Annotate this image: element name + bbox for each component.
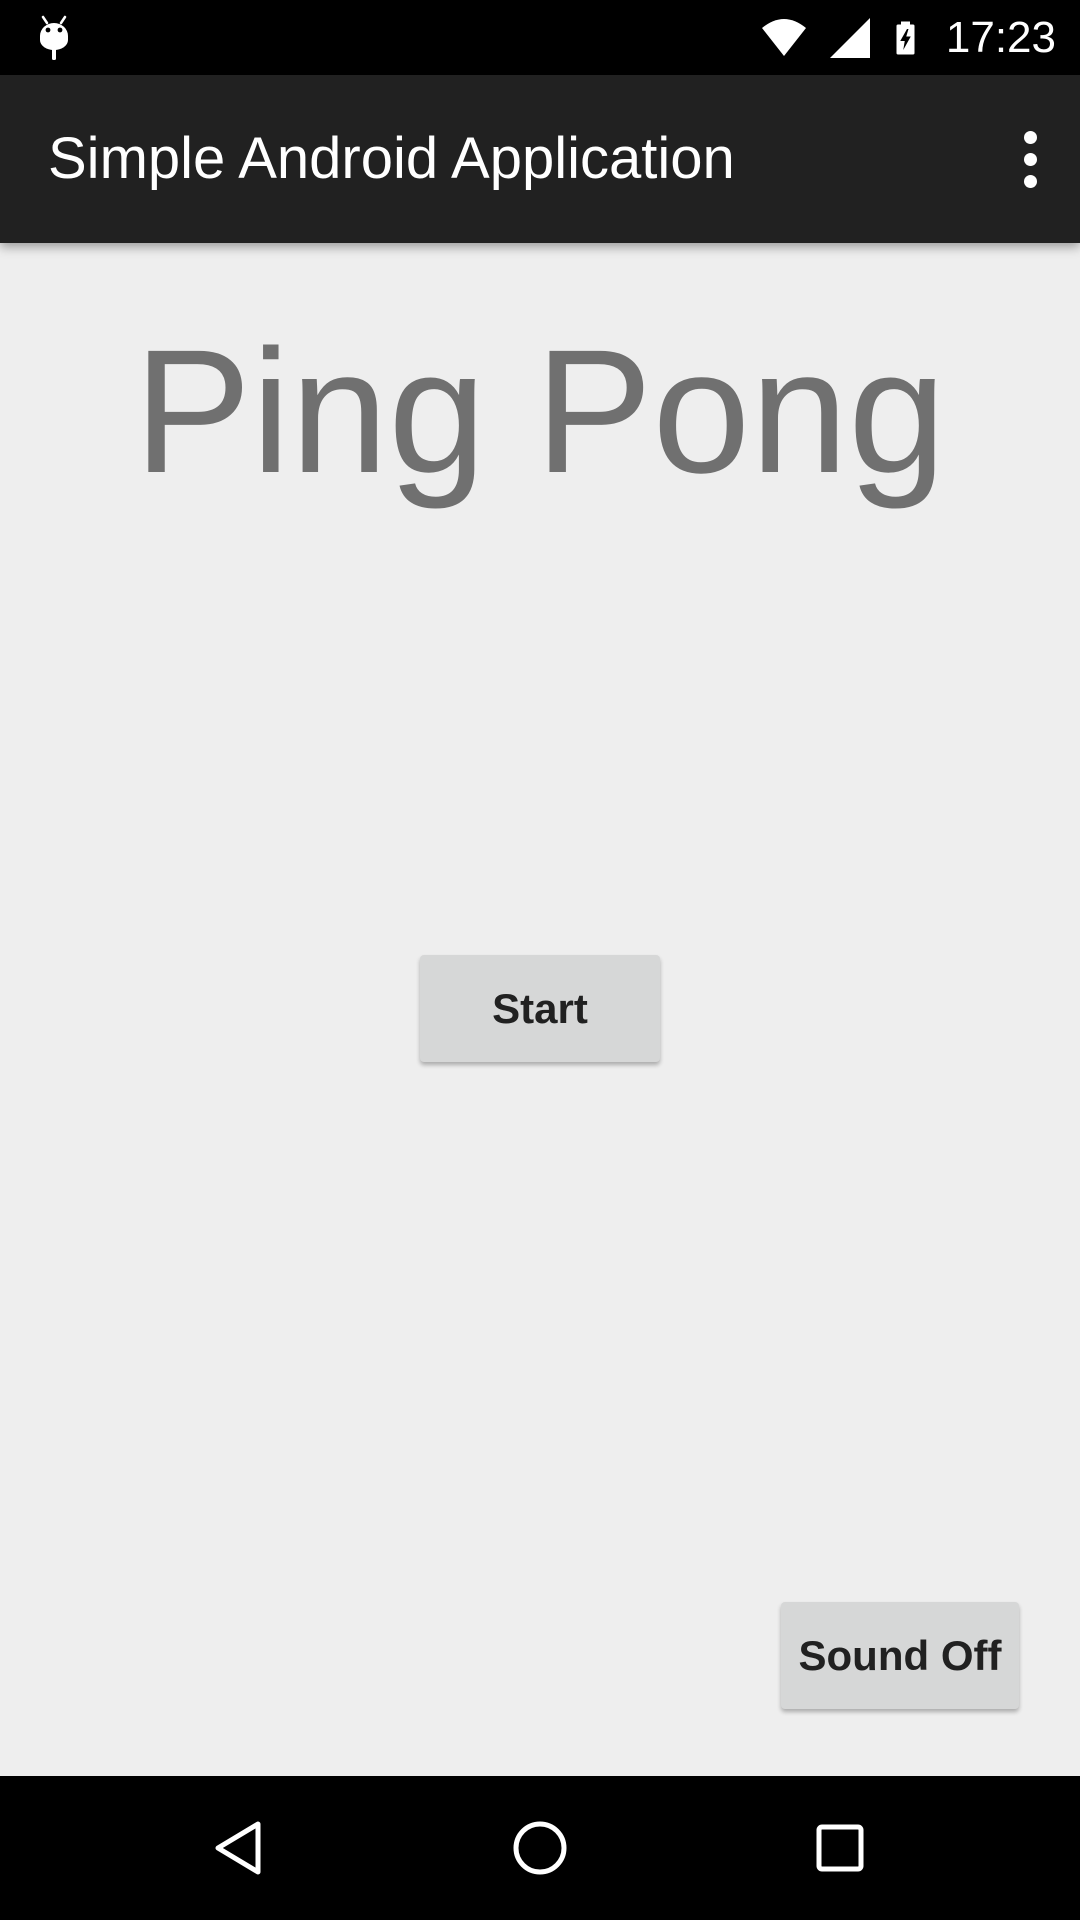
back-button[interactable] — [200, 1808, 280, 1888]
navigation-bar — [0, 1776, 1080, 1920]
status-icons: 17:23 — [760, 0, 1056, 75]
overflow-dot — [1023, 130, 1037, 144]
cell-signal-icon — [829, 17, 870, 58]
home-icon — [513, 1821, 567, 1875]
recents-icon — [816, 1824, 864, 1872]
sound-off-button[interactable]: Sound Off — [781, 1602, 1019, 1709]
home-button[interactable] — [500, 1808, 580, 1888]
overflow-dot — [1023, 174, 1037, 188]
more-vert-icon[interactable] — [998, 121, 1062, 197]
android-debug-icon — [40, 15, 68, 60]
app-title: Simple Android Application — [48, 126, 735, 191]
overflow-dot — [1023, 152, 1037, 166]
status-time: 17:23 — [945, 13, 1056, 62]
start-button[interactable]: Start — [420, 955, 660, 1062]
screen: 17:23 Simple Android Application Ping Po… — [0, 0, 1080, 1920]
battery-charging-icon — [896, 21, 915, 54]
back-icon — [215, 1821, 261, 1875]
status-bar: 17:23 — [0, 0, 1080, 75]
app-bar: Simple Android Application — [0, 75, 1080, 243]
wifi-icon — [761, 18, 806, 56]
recents-button[interactable] — [800, 1808, 880, 1888]
page-title: Ping Pong — [133, 314, 947, 510]
